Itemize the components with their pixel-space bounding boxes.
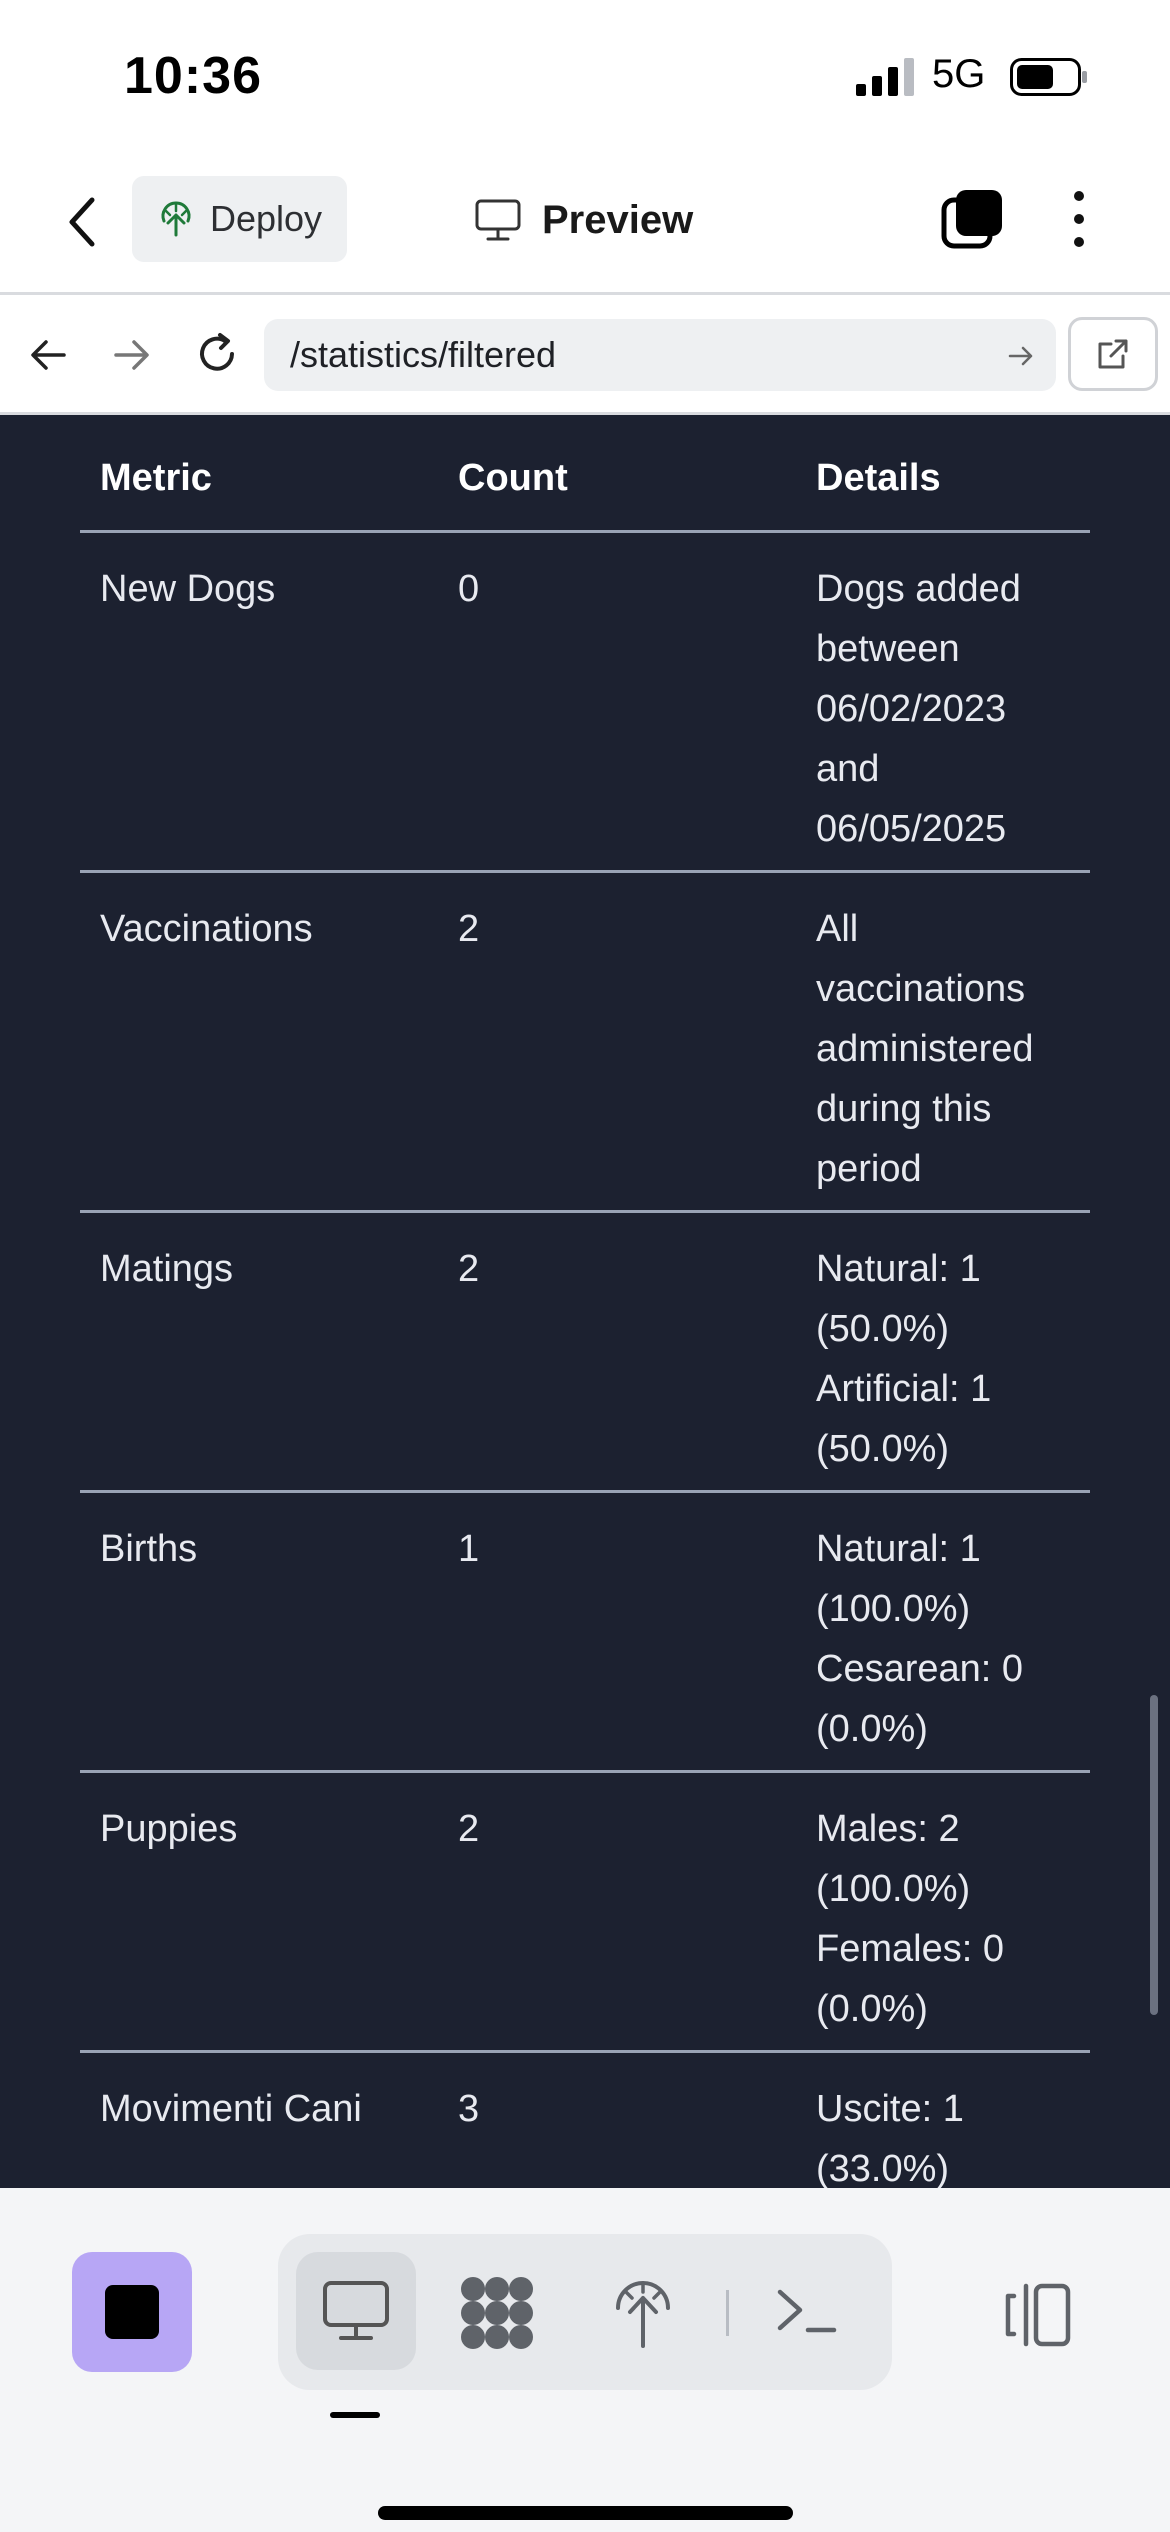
monitor-icon <box>323 2281 389 2340</box>
cellular-signal-icon <box>856 58 914 96</box>
table-row: Movimenti Cani 3 Uscite: 1 (33.0%) <box>80 2053 1090 2188</box>
tabs-icon[interactable] <box>940 186 1006 252</box>
detail-line: All <box>816 908 859 950</box>
monitor-icon <box>475 199 521 241</box>
cell-metric: New Dogs <box>100 568 276 610</box>
table-row: Puppies 2 Males: 2 (100.0%) Females: 0 (… <box>80 1773 1090 2053</box>
scrollbar[interactable] <box>1150 1695 1158 2015</box>
arrow-right-icon[interactable] <box>110 333 154 377</box>
bottom-toolbar <box>0 2188 1170 2532</box>
cell-count: 2 <box>458 1248 480 1290</box>
detail-line: Natural: 1 <box>816 1528 981 1570</box>
detail-line: Artificial: 1 <box>816 1368 992 1410</box>
app-bar: Deploy Preview <box>0 150 1170 295</box>
home-indicator <box>378 2506 793 2520</box>
cell-details: Uscite: 1 (33.0%) <box>816 2079 1086 2188</box>
url-input[interactable]: /statistics/filtered <box>264 319 1056 391</box>
deploy-icon <box>161 201 191 237</box>
detail-line: (50.0%) <box>816 1308 950 1350</box>
detail-line: Males: 2 <box>816 1808 960 1850</box>
cell-count: 2 <box>458 908 480 950</box>
detail-line: between <box>816 628 960 670</box>
cell-count: 3 <box>458 2088 480 2130</box>
detail-line: Cesarean: 0 <box>816 1648 1024 1690</box>
external-link-icon <box>1098 339 1128 369</box>
detail-line: administered <box>816 1028 1034 1070</box>
cell-metric: Puppies <box>100 1808 238 1850</box>
preview-tool-button[interactable] <box>296 2252 416 2370</box>
detail-line: (100.0%) <box>816 1868 971 1910</box>
layout-toggle-icon[interactable] <box>1002 2282 1074 2348</box>
terminal-icon[interactable] <box>774 2278 840 2344</box>
cell-details: Males: 2 (100.0%) Females: 0 (0.0%) <box>816 1799 1086 2039</box>
cell-count: 2 <box>458 1808 480 1850</box>
detail-line: Uscite: 1 <box>816 2088 964 2130</box>
detail-line: and <box>816 748 880 790</box>
detail-line: (0.0%) <box>816 1988 928 2030</box>
stop-button[interactable] <box>72 2252 192 2372</box>
deploy-button[interactable]: Deploy <box>132 176 347 262</box>
cell-details: All vaccinations administered during thi… <box>816 899 1086 1199</box>
battery-icon <box>1010 58 1087 96</box>
header-details: Details <box>816 457 941 499</box>
detail-line: (50.0%) <box>816 1428 950 1470</box>
table-row: Births 1 Natural: 1 (100.0%) Cesarean: 0… <box>80 1493 1090 1773</box>
page-title: Preview <box>542 197 694 242</box>
cell-details: Dogs added between 06/02/2023 and 06/05/… <box>816 559 1086 859</box>
table-row: New Dogs 0 Dogs added between 06/02/2023… <box>80 533 1090 873</box>
detail-line: during this <box>816 1088 992 1130</box>
statistics-table: Metric Count Details New Dogs 0 Dogs add… <box>80 415 1090 2188</box>
cell-details: Natural: 1 (50.0%) Artificial: 1 (50.0%) <box>816 1239 1086 1479</box>
cell-count: 1 <box>458 1528 480 1570</box>
table-row: Matings 2 Natural: 1 (50.0%) Artificial:… <box>80 1213 1090 1493</box>
deploy-label: Deploy <box>210 198 323 239</box>
table-header: Metric Count Details <box>80 415 1090 533</box>
detail-line: Natural: 1 <box>816 1248 981 1290</box>
open-external-button[interactable] <box>1068 317 1158 391</box>
cell-metric: Births <box>100 1528 198 1570</box>
table-row: Vaccinations 2 All vaccinations administ… <box>80 873 1090 1213</box>
detail-line: (100.0%) <box>816 1588 971 1630</box>
header-metric: Metric <box>100 457 212 499</box>
go-arrow-icon[interactable] <box>1006 341 1036 371</box>
cell-metric: Movimenti Cani <box>100 2088 362 2130</box>
preview-title: Preview <box>474 190 693 250</box>
toolbar-divider <box>726 2290 729 2336</box>
status-bar: 10:36 5G <box>0 0 1170 150</box>
detail-line: (0.0%) <box>816 1708 928 1750</box>
cell-details: Natural: 1 (100.0%) Cesarean: 0 (0.0%) <box>816 1519 1086 1759</box>
arrow-left-icon[interactable] <box>26 333 70 377</box>
header-count: Count <box>458 457 568 499</box>
extensions-icon[interactable] <box>458 2274 536 2352</box>
back-chevron-icon[interactable] <box>58 192 108 252</box>
cell-metric: Matings <box>100 1248 234 1290</box>
cell-metric: Vaccinations <box>100 908 313 950</box>
detail-line: 06/05/2025 <box>816 808 1007 850</box>
detail-line: 06/02/2023 <box>816 688 1007 730</box>
more-options-icon[interactable] <box>1064 186 1094 252</box>
url-text: /statistics/filtered <box>290 334 557 375</box>
stop-icon <box>105 2285 159 2339</box>
network-type: 5G <box>932 52 986 96</box>
cell-count: 0 <box>458 568 480 610</box>
status-time: 10:36 <box>124 47 262 105</box>
detail-line: Females: 0 <box>816 1928 1004 1970</box>
active-tab-indicator <box>330 2412 380 2418</box>
deploy-icon[interactable] <box>610 2270 676 2350</box>
detail-line: Dogs added <box>816 568 1021 610</box>
detail-line: vaccinations <box>816 968 1026 1010</box>
reload-icon[interactable] <box>192 329 242 379</box>
detail-line: period <box>816 1148 922 1190</box>
statistics-content: Metric Count Details New Dogs 0 Dogs add… <box>0 415 1170 2188</box>
url-bar: /statistics/filtered <box>0 295 1170 415</box>
tool-switcher <box>278 2234 892 2390</box>
detail-line: (33.0%) <box>816 2148 950 2188</box>
